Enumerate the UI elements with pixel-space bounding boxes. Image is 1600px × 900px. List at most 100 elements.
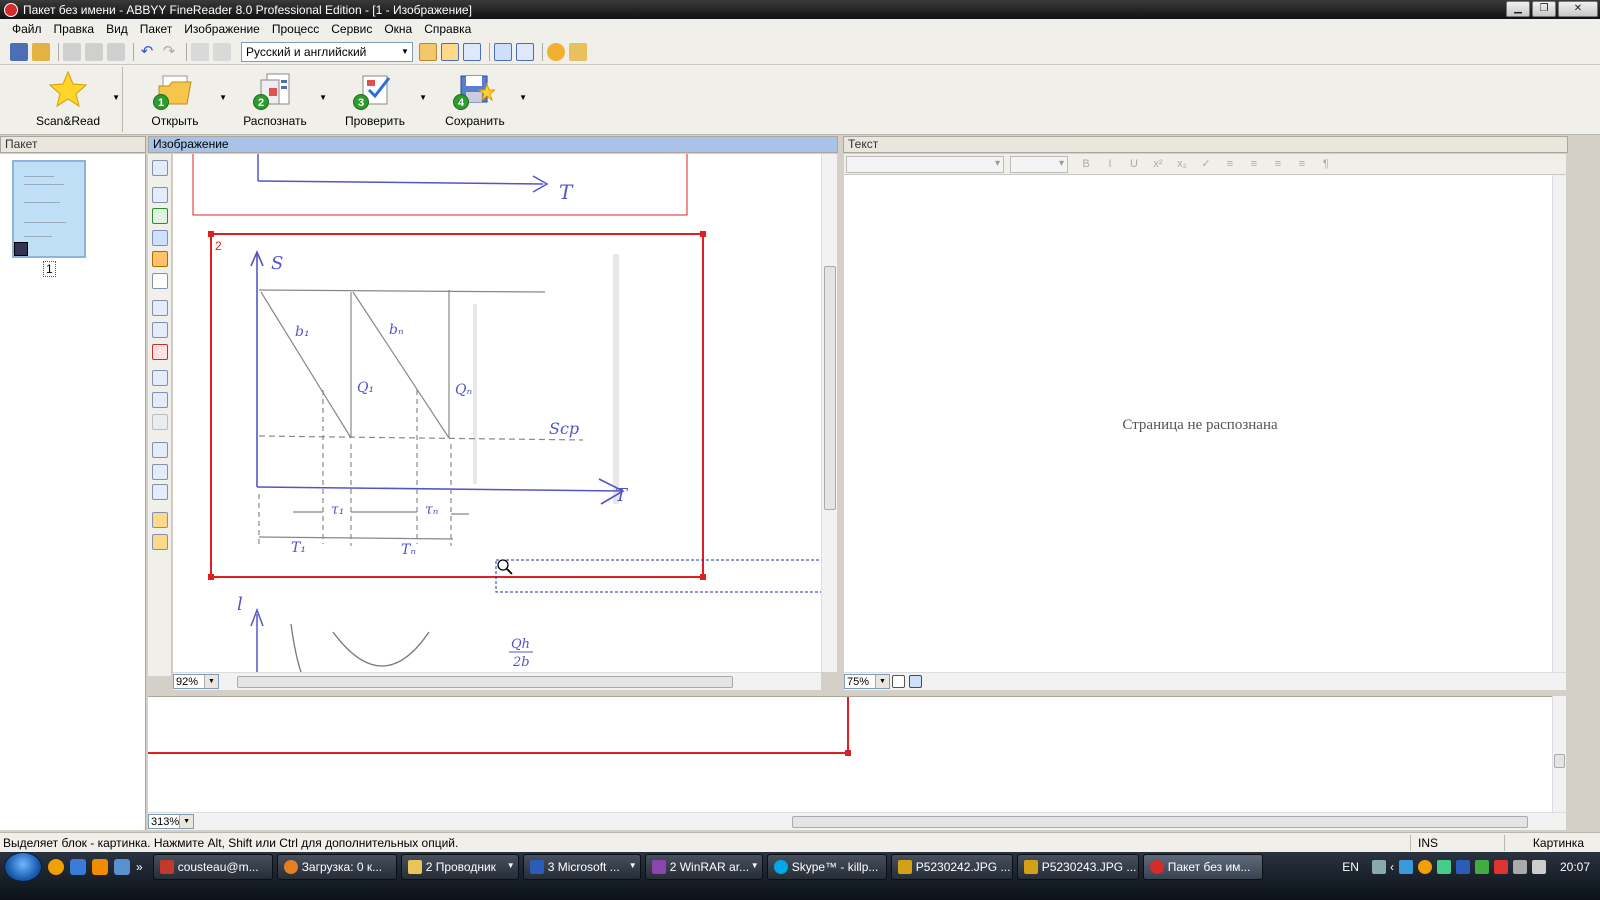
close-button[interactable]: ✕ [1558, 1, 1598, 17]
minimize-button[interactable]: ▁ [1506, 1, 1530, 17]
open-batch-icon[interactable] [32, 42, 50, 61]
underline-icon[interactable]: U [1127, 158, 1141, 170]
previous-page-icon[interactable] [191, 42, 209, 61]
image-properties-icon[interactable] [152, 512, 168, 528]
check-button[interactable]: 3 Проверить ▼ [329, 65, 427, 134]
mail-agent-icon[interactable] [48, 859, 64, 875]
network-icon[interactable] [1398, 860, 1413, 874]
menu-batch[interactable]: Пакет [134, 22, 178, 36]
undo-icon[interactable]: ↶ [138, 43, 156, 61]
table-block-icon[interactable] [152, 230, 168, 246]
batch-panel-header[interactable]: Пакет [0, 136, 146, 153]
tray-sync-icon[interactable] [1436, 860, 1451, 874]
tray-bluetooth-icon[interactable] [1455, 860, 1470, 874]
options-gear-icon[interactable] [547, 42, 565, 61]
align-justify-icon[interactable]: ≡ [1295, 158, 1309, 170]
image-zoom-select[interactable]: 92% ▼ [173, 674, 219, 689]
text-panel-header[interactable]: Текст [843, 136, 1568, 153]
task-button-winrar[interactable]: 2 WinRAR ar... ▼ [644, 854, 763, 880]
scrollbar-thumb[interactable] [1554, 754, 1565, 768]
layout-table-icon[interactable] [516, 42, 534, 61]
text-editor[interactable]: Страница не распознана [844, 175, 1556, 672]
pointer-icon[interactable] [152, 273, 168, 289]
picture-block-region[interactable] [210, 233, 704, 578]
tray-monitor-icon[interactable] [1512, 860, 1527, 874]
image-vertical-scrollbar[interactable] [821, 154, 837, 672]
chevron-down-icon[interactable]: ▼ [319, 93, 327, 102]
show-desktop-icon[interactable] [70, 859, 86, 875]
tray-battery-icon[interactable] [1474, 860, 1489, 874]
picture-view-icon[interactable] [419, 42, 437, 61]
input-language[interactable]: EN [1342, 860, 1359, 874]
maximize-button[interactable]: ❐ [1532, 1, 1556, 17]
page-properties-icon[interactable] [152, 484, 168, 500]
image-horizontal-scrollbar[interactable]: 92% ▼ [173, 672, 821, 690]
volume-icon[interactable] [1531, 860, 1546, 874]
image-view-icon[interactable] [441, 42, 459, 61]
task-button-word[interactable]: 3 Microsoft ... ▼ [522, 854, 641, 880]
cut-icon[interactable] [63, 42, 81, 61]
task-button-explorer[interactable]: 2 Проводник ▼ [400, 854, 519, 880]
language-select[interactable]: Русский и английский ▼ [241, 41, 413, 62]
cut-region-icon[interactable] [152, 322, 168, 338]
picture-block-icon[interactable] [152, 251, 168, 267]
menu-file[interactable]: Файл [6, 22, 48, 36]
formatted-view-icon[interactable] [909, 675, 922, 688]
task-button-download[interactable]: Загрузка: 0 к... [276, 854, 397, 880]
image-panel-header[interactable]: Изображение [148, 136, 838, 153]
task-button-image-1[interactable]: P5230242.JPG ... [890, 854, 1013, 880]
bold-icon[interactable]: B [1079, 158, 1093, 170]
tray-antivirus-icon[interactable] [1493, 860, 1508, 874]
align-center-icon[interactable]: ≡ [1247, 158, 1261, 170]
open-button[interactable]: 1 Открыть ▼ [129, 65, 227, 134]
zoom-window[interactable] [148, 696, 1552, 812]
task-button-skype[interactable]: Skype™ - killp... [766, 854, 887, 880]
menu-process[interactable]: Процесс [266, 22, 325, 36]
layout-two-pane-icon[interactable] [494, 42, 512, 61]
text-view-icon[interactable] [463, 42, 481, 61]
new-batch-icon[interactable] [10, 42, 28, 61]
next-page-icon[interactable] [213, 42, 231, 61]
font-size-select[interactable] [1010, 155, 1068, 173]
text-view-mode-icon[interactable] [892, 675, 905, 688]
help-book-icon[interactable] [569, 42, 587, 61]
paste-icon[interactable] [107, 42, 125, 61]
text-zoom-select[interactable]: 75% ▼ [844, 674, 890, 689]
image-canvas[interactable]: T 2 S T b₁ bₙ Q₁ Qₙ Sсp τ₁ τₙ T₁ Tₙ l Qh… [173, 154, 821, 672]
font-family-select[interactable] [846, 155, 1004, 173]
menu-tools[interactable]: Сервис [325, 22, 378, 36]
chevron-down-icon[interactable]: ▼ [219, 93, 227, 102]
save-button[interactable]: 4 Сохранить ▼ [429, 65, 527, 134]
select-block-icon[interactable] [152, 160, 168, 176]
zoom-horizontal-scrollbar[interactable]: 313% ▼ [148, 812, 1566, 830]
text-block-icon[interactable] [152, 208, 168, 224]
add-row-icon[interactable] [152, 392, 168, 408]
task-button-mail[interactable]: cousteau@m... [152, 854, 273, 880]
chevron-down-icon[interactable]: ▼ [519, 93, 527, 102]
add-column-icon[interactable] [152, 370, 168, 386]
text-block-region[interactable] [192, 154, 688, 216]
copy-icon[interactable] [85, 42, 103, 61]
menu-edit[interactable]: Правка [48, 22, 101, 36]
text-vertical-scrollbar[interactable] [1552, 175, 1566, 672]
tray-expand-icon[interactable]: ‹ [1390, 860, 1394, 874]
start-button[interactable] [4, 852, 42, 882]
superscript-icon[interactable]: x² [1151, 158, 1165, 170]
menu-help[interactable]: Справка [418, 22, 477, 36]
clock[interactable]: 20:07 [1560, 860, 1590, 874]
menu-image[interactable]: Изображение [178, 22, 266, 36]
add-region-icon[interactable] [152, 300, 168, 316]
switch-windows-icon[interactable] [114, 859, 130, 875]
scan-read-button[interactable]: Scan&Read ▼ [22, 65, 120, 134]
task-button-finereader[interactable]: Пакет без им... [1142, 854, 1263, 880]
zoom-vertical-scrollbar[interactable] [1552, 696, 1566, 812]
media-player-icon[interactable] [92, 859, 108, 875]
text-horizontal-scrollbar[interactable]: 75% ▼ [844, 672, 1566, 690]
menu-view[interactable]: Вид [100, 22, 134, 36]
align-left-icon[interactable]: ≡ [1223, 158, 1237, 170]
tray-app-icon[interactable] [1417, 860, 1432, 874]
align-right-icon[interactable]: ≡ [1271, 158, 1285, 170]
recognition-area-icon[interactable] [152, 187, 168, 203]
recognize-button[interactable]: 2 Распознать ▼ [229, 65, 327, 134]
menu-windows[interactable]: Окна [378, 22, 418, 36]
